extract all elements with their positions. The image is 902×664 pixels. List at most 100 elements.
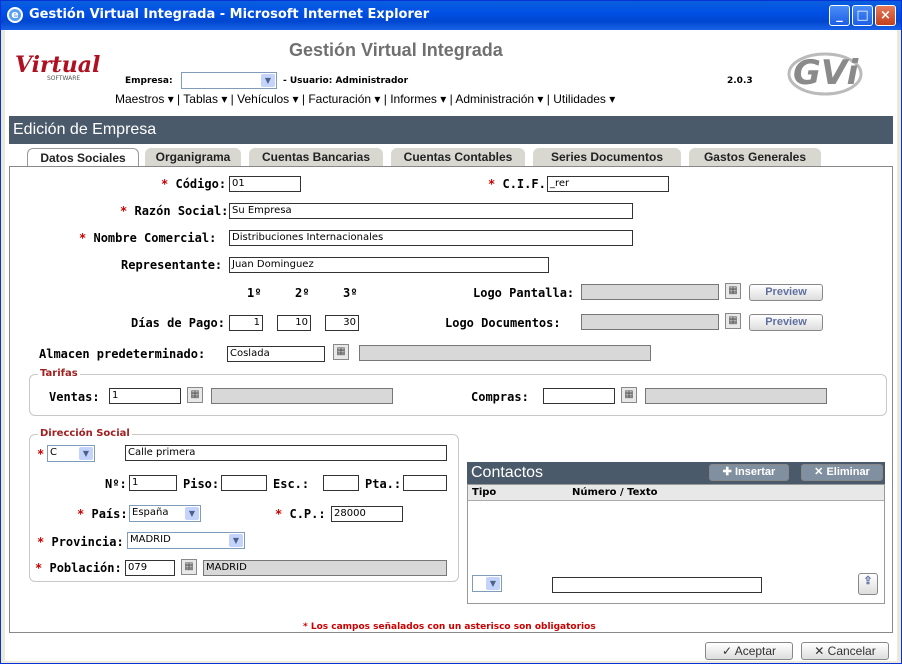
- window-title: Gestión Virtual Integrada - Microsoft In…: [29, 7, 430, 22]
- cp-label-text: C.P.:: [289, 507, 326, 521]
- pta-label: Pta.:: [365, 477, 402, 491]
- pta-input[interactable]: [403, 475, 447, 491]
- menu-vehiculos[interactable]: Vehículos: [237, 92, 289, 106]
- eliminar-button[interactable]: ✕ Eliminar: [801, 464, 883, 481]
- chevron-down-icon: ▼: [486, 577, 500, 590]
- chevron-down-icon: ▼: [185, 507, 199, 520]
- tarifas-legend: Tarifas: [38, 368, 80, 379]
- nombre-label-text: Nombre Comercial:: [93, 231, 217, 245]
- tab-cuentas-contables[interactable]: Cuentas Contables: [391, 148, 525, 166]
- tab-datos-sociales[interactable]: Datos Sociales: [27, 148, 139, 166]
- calendar-icon[interactable]: ▦: [621, 387, 637, 403]
- cancelar-button[interactable]: ✕ Cancelar: [801, 642, 889, 660]
- calendar-icon[interactable]: ▦: [725, 283, 741, 299]
- nombre-comercial-input[interactable]: Distribuciones Internacionales: [229, 230, 633, 246]
- esc-input[interactable]: [323, 475, 359, 491]
- contacto-tipo-select[interactable]: ▼: [472, 575, 502, 592]
- aceptar-label: Aceptar: [734, 644, 777, 658]
- app-title: Gestión Virtual Integrada: [289, 40, 503, 60]
- codigo-input[interactable]: 01: [229, 176, 301, 192]
- main-menu: Maestros ▾ | Tablas ▾ | Vehículos ▾ | Fa…: [115, 92, 616, 106]
- tipo-via-select[interactable]: C ▼: [47, 445, 95, 462]
- cp-input[interactable]: 28000: [331, 506, 403, 522]
- logo-pantalla-input: [581, 284, 719, 300]
- ventas-input[interactable]: 1: [109, 388, 181, 404]
- cif-input[interactable]: _rer: [547, 176, 669, 192]
- piso-input[interactable]: [221, 475, 267, 491]
- eliminar-label: Eliminar: [826, 466, 870, 478]
- menu-tablas[interactable]: Tablas: [183, 92, 218, 106]
- version-label: 2.0.3: [727, 76, 753, 86]
- contactos-grid-header: Tipo Número / Texto: [468, 485, 884, 501]
- section-title: Edición de Empresa: [9, 116, 893, 144]
- menu-informes[interactable]: Informes: [390, 92, 437, 106]
- codigo-label-text: Código:: [175, 177, 227, 191]
- piso-label: Piso:: [183, 477, 220, 491]
- gvi-logo-text: GVi: [793, 53, 860, 93]
- representante-input[interactable]: Juan Dominguez: [229, 257, 549, 273]
- dia-pago-1-input[interactable]: 1: [229, 315, 263, 331]
- cif-label-text: C.I.F.:: [502, 177, 554, 191]
- tab-organigrama[interactable]: Organigrama: [145, 148, 241, 166]
- menu-maestros[interactable]: Maestros: [115, 92, 164, 106]
- tipo-via-value: C: [50, 447, 57, 458]
- cancelar-label: Cancelar: [827, 644, 876, 658]
- logo-pantalla-label: Logo Pantalla:: [473, 286, 575, 300]
- menu-facturacion[interactable]: Facturación: [308, 92, 371, 106]
- calendar-icon[interactable]: ▦: [181, 559, 197, 575]
- almacen-input[interactable]: Coslada: [227, 346, 325, 362]
- razon-social-input[interactable]: Su Empresa: [229, 203, 633, 219]
- pais-value: España: [132, 507, 169, 518]
- contactos-title: Contactos: [471, 464, 544, 481]
- required-mark: *: [275, 507, 283, 521]
- tab-cuentas-bancarias[interactable]: Cuentas Bancarias: [249, 148, 383, 166]
- menu-administracion[interactable]: Administración: [455, 92, 534, 106]
- close-button[interactable]: ×: [875, 5, 896, 26]
- poblacion-input: MADRID: [203, 560, 447, 576]
- menu-utilidades[interactable]: Utilidades: [553, 92, 606, 106]
- ie-icon: e: [7, 7, 23, 23]
- required-mark: *: [77, 507, 85, 521]
- required-mark: *: [37, 447, 45, 461]
- tab-series-documentos[interactable]: Series Documentos: [533, 148, 681, 166]
- calle-input[interactable]: Calle primera: [125, 445, 447, 461]
- required-mark: *: [161, 177, 169, 191]
- pago-header-3: 3º: [343, 286, 358, 300]
- chevron-down-icon: ▼: [79, 447, 93, 460]
- title-bar: e Gestión Virtual Integrada - Microsoft …: [1, 1, 901, 30]
- chevron-down-icon: ▼: [229, 534, 243, 547]
- razon-label: * Razón Social:: [120, 204, 228, 218]
- cif-label: * C.I.F.:: [488, 177, 553, 191]
- tab-gastos-generales[interactable]: Gastos Generales: [689, 148, 821, 166]
- logo-documentos-label: Logo Documentos:: [445, 316, 561, 330]
- esc-label: Esc.:: [273, 477, 310, 491]
- calendar-icon[interactable]: ▦: [333, 344, 349, 360]
- logo-documentos-input: [581, 314, 719, 330]
- insertar-button[interactable]: ✚ Insertar: [709, 464, 789, 481]
- dia-pago-3-input[interactable]: 30: [325, 315, 359, 331]
- poblacion-code-input[interactable]: 079: [125, 560, 175, 576]
- required-note: * Los campos señalados con un asterisco …: [303, 622, 596, 632]
- maximize-button[interactable]: □: [852, 5, 873, 26]
- calendar-icon[interactable]: ▦: [187, 387, 203, 403]
- razon-label-text: Razón Social:: [134, 204, 229, 218]
- pais-select[interactable]: España ▼: [129, 505, 201, 522]
- insertar-label: Insertar: [734, 466, 776, 478]
- minimize-button[interactable]: _: [829, 5, 850, 26]
- required-mark: *: [35, 561, 43, 575]
- provincia-select[interactable]: MADRID ▼: [127, 532, 245, 549]
- upload-icon[interactable]: ⇪: [858, 573, 878, 595]
- representante-label: Representante:: [121, 258, 223, 272]
- dia-pago-2-input[interactable]: 10: [277, 315, 311, 331]
- calendar-icon[interactable]: ▦: [725, 313, 741, 329]
- numero-input[interactable]: 1: [129, 475, 177, 491]
- contacto-numero-input[interactable]: [552, 577, 762, 593]
- aceptar-button[interactable]: ✓ Aceptar: [705, 642, 793, 660]
- col-numero: Número / Texto: [572, 487, 658, 498]
- preview-documentos-button[interactable]: Preview: [749, 314, 823, 331]
- empresa-select[interactable]: ▼: [181, 72, 277, 89]
- compras-input[interactable]: [543, 388, 615, 404]
- preview-pantalla-button[interactable]: Preview: [749, 284, 823, 301]
- cp-label: * C.P.:: [275, 507, 326, 521]
- contactos-grid: Tipo Número / Texto ▼ ⇪: [467, 484, 885, 604]
